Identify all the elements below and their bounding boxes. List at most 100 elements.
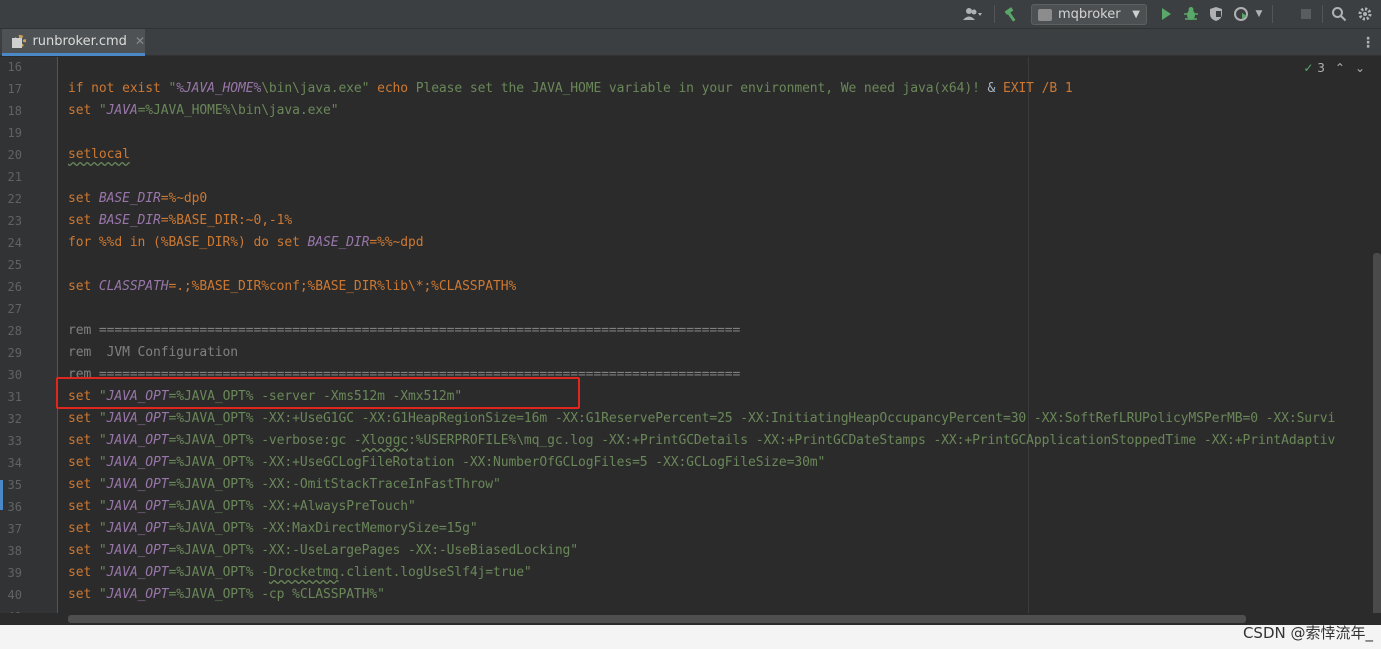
code-token: " [98, 543, 107, 558]
configuration-icon [1038, 8, 1052, 21]
chevron-down-icon[interactable]: ⌄ [1355, 61, 1365, 75]
code-token: :%USERPROFILE%\mq_gc.log -XX:+PrintGCDet… [408, 433, 1336, 448]
code-token: JAVA [106, 103, 138, 118]
horizontal-scrollbar[interactable] [68, 615, 1246, 623]
close-icon[interactable]: ✕ [135, 34, 145, 48]
code-token: " [98, 103, 107, 118]
stop-icon[interactable] [1296, 3, 1316, 25]
code-line[interactable]: set "JAVA_OPT=%JAVA_OPT% -XX:-OmitStackT… [68, 474, 501, 496]
gear-icon[interactable] [1354, 3, 1376, 25]
code-token: BASE_DIR [307, 235, 370, 250]
code-token: %JAVA_HOME% [176, 81, 262, 96]
watermark: CSDN @索悻流年_ [1242, 624, 1373, 642]
toolbar-divider [1322, 5, 1323, 23]
code-token: rem JVM Configuration [68, 345, 238, 360]
left-edge-marker [0, 480, 3, 510]
code-token: JAVA_OPT [106, 543, 169, 558]
line-number: 32 [7, 412, 22, 426]
code-token: Please set the JAVA_HOME variable in you… [415, 81, 988, 96]
line-number: 35 [7, 478, 22, 492]
code-token: rem ====================================… [68, 323, 741, 338]
code-token: EXIT /B 1 [1003, 81, 1073, 96]
code-token: set [68, 565, 99, 580]
line-number: 30 [7, 368, 22, 382]
line-number-gutter: 16 17 18 19 20 21 22 23 24 25 26 27 28 29 30 31 32 33 34 35… [0, 57, 58, 625]
code-line[interactable]: set "JAVA_OPT=%JAVA_OPT% -XX:+UseGCLogFi… [68, 452, 825, 474]
code-token: setlocal [68, 147, 130, 162]
code-token: =.;%BASE_DIR%conf;%BASE_DIR%lib\*;%CLASS… [168, 279, 517, 294]
code-token: BASE_DIR [98, 213, 161, 228]
line-number: 33 [7, 434, 22, 448]
code-line[interactable]: setlocal [68, 144, 130, 166]
code-line[interactable]: for %%d in (%BASE_DIR%) do set BASE_DIR=… [68, 232, 424, 254]
code-line[interactable]: set "JAVA_OPT=%JAVA_OPT% -XX:MaxDirectMe… [68, 518, 478, 540]
code-token: JAVA_OPT [106, 499, 169, 514]
code-token: JAVA_OPT [106, 521, 169, 536]
search-icon[interactable] [1328, 3, 1350, 25]
code-line[interactable]: set "JAVA=%JAVA_HOME%\bin\java.exe" [68, 100, 339, 122]
code-token: set [68, 103, 99, 118]
chevron-up-icon[interactable]: ⌃ [1335, 61, 1345, 75]
code-token: set [68, 477, 99, 492]
code-token: =%JAVA_OPT% -XX:+UseGCLogFileRotation -X… [168, 455, 826, 470]
code-line[interactable]: if not exist "%JAVA_HOME%\bin\java.exe" … [68, 78, 1073, 100]
run-configuration-select[interactable]: mqbroker ▼ [1031, 4, 1147, 25]
inspection-status: ✓ 3 [1303, 61, 1325, 75]
code-token: if not exist [68, 81, 169, 96]
hammer-icon[interactable] [1000, 3, 1022, 25]
check-icon: ✓ [1303, 61, 1314, 75]
code-editor[interactable]: 16 17 18 19 20 21 22 23 24 25 26 27 28 29 30 31 32 33 34 35… [0, 57, 1381, 625]
code-line[interactable]: set "JAVA_OPT=%JAVA_OPT% -cp %CLASSPATH%… [68, 584, 385, 606]
code-token: JAVA_OPT [106, 411, 169, 426]
code-token: JAVA_OPT [106, 477, 169, 492]
code-token: =%JAVA_OPT% -XX:+AlwaysPreTouch" [168, 499, 416, 514]
more-vertical-icon[interactable]: ⋮ [1361, 35, 1375, 51]
code-token: JAVA_OPT [106, 455, 169, 470]
code-token: set [68, 455, 99, 470]
code-token: " [98, 499, 107, 514]
play-icon[interactable] [1155, 3, 1177, 25]
run-configuration-label: mqbroker [1058, 7, 1121, 22]
inspection-widget[interactable]: ✓ 3 ⌃ ⌄ [1303, 61, 1365, 75]
vertical-scrollbar[interactable] [1373, 253, 1381, 617]
code-line[interactable]: set "JAVA_OPT=%JAVA_OPT% -Drocketmq.clie… [68, 562, 532, 584]
code-token: =%JAVA_OPT% -XX:MaxDirectMemorySize=15g" [168, 521, 478, 536]
code-line[interactable]: set BASE_DIR=%~dp0 [68, 188, 207, 210]
shield-icon[interactable] [1205, 3, 1227, 25]
annotation-highlight-box [56, 377, 580, 409]
code-token: for %%d in (%BASE_DIR%) do set [68, 235, 308, 250]
line-number: 31 [7, 390, 22, 404]
line-number: 34 [7, 456, 22, 470]
code-token: set [68, 411, 99, 426]
code-token: =%JAVA_OPT% - [168, 565, 269, 580]
code-line[interactable]: set "JAVA_OPT=%JAVA_OPT% -XX:-UseLargePa… [68, 540, 578, 562]
line-number: 29 [7, 346, 22, 360]
line-number: 38 [7, 544, 22, 558]
code-token: =%JAVA_HOME%\bin\java.exe" [137, 103, 339, 118]
line-number: 22 [7, 192, 22, 206]
code-line[interactable]: rem ====================================… [68, 320, 740, 342]
user-icon[interactable] [958, 3, 988, 25]
profile-icon[interactable] [1230, 3, 1252, 25]
line-number: 26 [7, 280, 22, 294]
code-token: BASE_DIR [98, 191, 161, 206]
code-line[interactable]: set "JAVA_OPT=%JAVA_OPT% -XX:+AlwaysPreT… [68, 496, 416, 518]
code-token: set [68, 521, 99, 536]
toolbar-divider [1272, 5, 1273, 23]
bottom-strip: CSDN @索悻流年_ [0, 624, 1381, 649]
code-line[interactable]: set CLASSPATH=.;%BASE_DIR%conf;%BASE_DIR… [68, 276, 516, 298]
code-token: " [98, 411, 107, 426]
tab-runbroker-cmd[interactable]: runbroker.cmd ✕ [2, 29, 145, 56]
right-margin-guide [1028, 57, 1029, 625]
code-line[interactable]: set BASE_DIR=%BASE_DIR:~0,-1% [68, 210, 292, 232]
code-line[interactable]: set "JAVA_OPT=%JAVA_OPT% -verbose:gc -Xl… [68, 430, 1335, 452]
bug-icon[interactable] [1180, 3, 1202, 25]
chevron-down-icon[interactable]: ▼ [1252, 3, 1266, 25]
editor-tab-bar: runbroker.cmd ✕ ⋮ [0, 29, 1381, 56]
line-number: 27 [7, 302, 22, 316]
code-token: =%%~dpd [369, 235, 424, 250]
code-token: " [98, 565, 107, 580]
code-line[interactable]: set "JAVA_OPT=%JAVA_OPT% -XX:+UseG1GC -X… [68, 408, 1335, 430]
code-line[interactable]: rem JVM Configuration [68, 342, 238, 364]
code-token: & [987, 81, 1003, 96]
